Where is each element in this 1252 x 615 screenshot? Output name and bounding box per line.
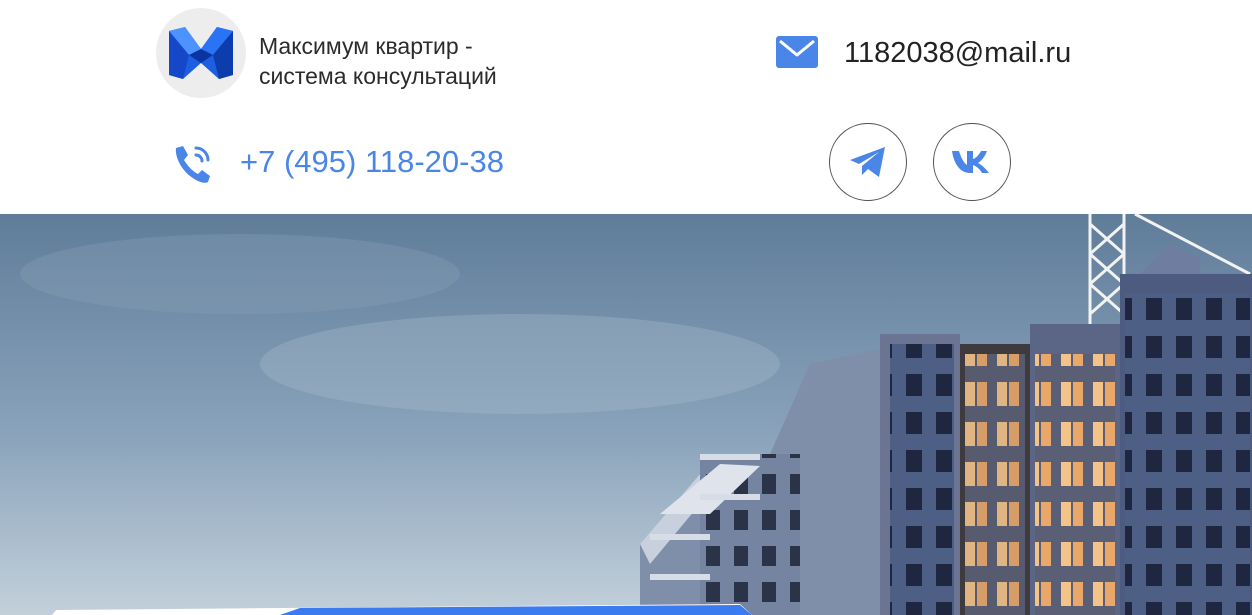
vk-icon — [952, 151, 989, 173]
brand-name: Максимум квартир - система консультаций — [259, 31, 559, 91]
logo[interactable] — [156, 8, 246, 98]
site-header: Максимум квартир - система консультаций … — [0, 0, 1252, 214]
brand-line-1: Максимум квартир - — [259, 33, 473, 59]
building-illustration — [0, 214, 1252, 615]
telegram-icon — [850, 147, 885, 177]
envelope-icon — [776, 36, 818, 68]
email-link[interactable]: 1182038@mail.ru — [844, 36, 1071, 70]
phone-ringing-icon — [175, 146, 210, 183]
brand-line-2: система консультаций — [259, 63, 497, 89]
vk-button[interactable] — [933, 123, 1011, 201]
maximum-m-logo-icon — [169, 27, 233, 79]
telegram-button[interactable] — [829, 123, 907, 201]
phone-link[interactable]: +7 (495) 118-20-38 — [240, 144, 504, 180]
hero-banner — [0, 214, 1252, 615]
